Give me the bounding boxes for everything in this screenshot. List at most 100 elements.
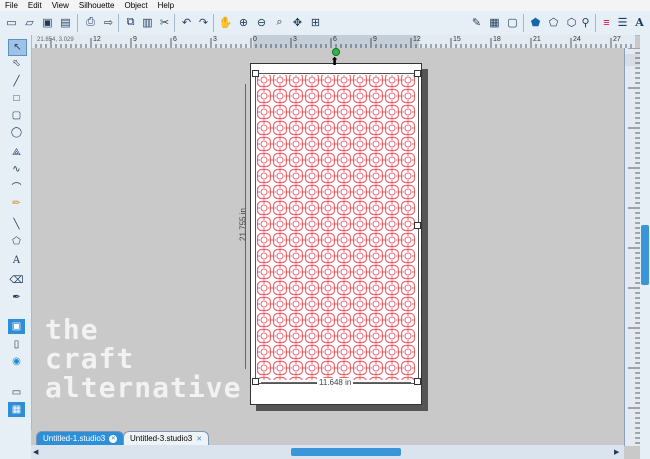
new-icon[interactable]: ▭ bbox=[3, 14, 20, 31]
resize-handle[interactable] bbox=[414, 70, 421, 77]
scroll-right-arrow[interactable]: ▶ bbox=[614, 448, 619, 456]
resize-handle[interactable] bbox=[414, 378, 421, 385]
ruler-tick-label: 3 bbox=[213, 36, 217, 43]
document-page[interactable]: 21.755 in 11.648 in bbox=[239, 63, 422, 405]
paste-icon[interactable]: ▥ bbox=[139, 14, 156, 31]
undo-icon[interactable]: ↶ bbox=[178, 14, 195, 31]
redo-icon[interactable]: ↷ bbox=[195, 14, 212, 31]
height-dimension: 21.755 in bbox=[238, 208, 248, 241]
menu-bar: File Edit View Silhouette Object Help bbox=[0, 0, 650, 11]
cursor-coordinates: 21.854, 3.029 bbox=[37, 37, 74, 43]
rounded-rect-icon[interactable]: ▢ bbox=[8, 108, 25, 123]
ruler-tick-label: 6 bbox=[173, 36, 177, 43]
ruler-tick-label: 6 bbox=[333, 36, 337, 43]
ruler-tick-label: 9 bbox=[373, 36, 377, 43]
edit-points-icon[interactable]: ⬁ bbox=[8, 56, 25, 71]
fill-color-icon[interactable]: ⬟ bbox=[527, 14, 544, 31]
left-toolbar: ↖ ⬁ ╱ □ ▢ ◯ ⟁ ∿ ⌒ ✏ ╲ ⬠ A ⌫ ✒ ▣ ▯ ◉ ▭ ▦ bbox=[0, 35, 32, 459]
grid-icon[interactable]: ▦ bbox=[486, 14, 503, 31]
print-icon[interactable]: ⎙ bbox=[82, 14, 99, 31]
tab-untitled-3[interactable]: Untitled-3.studio3 ✕ bbox=[123, 431, 210, 445]
scroll-thumb[interactable] bbox=[291, 448, 401, 456]
menu-object[interactable]: Object bbox=[119, 0, 152, 11]
ruler-tick-label: 0 bbox=[253, 36, 257, 43]
select-icon[interactable]: ↖ bbox=[8, 39, 27, 56]
freehand-icon[interactable]: ✏ bbox=[8, 196, 25, 211]
document-tabs: Untitled-1.studio3 ✕ Untitled-3.studio3 … bbox=[31, 430, 624, 445]
zoom-box-icon[interactable]: ⌕ bbox=[271, 14, 288, 31]
knife-icon[interactable]: ⬠ bbox=[8, 234, 25, 249]
settings-panel-icon[interactable]: ▦ bbox=[8, 402, 25, 417]
lines-icon[interactable]: ☰ bbox=[614, 14, 631, 31]
ellipse-icon[interactable]: ◯ bbox=[8, 125, 25, 140]
tab-untitled-1[interactable]: Untitled-1.studio3 ✕ bbox=[36, 431, 125, 445]
toolbar-divider bbox=[77, 14, 78, 32]
ruler-tick-label: 15 bbox=[453, 36, 461, 43]
close-icon[interactable]: ✕ bbox=[109, 434, 118, 443]
library-icon[interactable]: ▯ bbox=[8, 337, 25, 352]
toolbar-divider bbox=[118, 14, 119, 32]
toolbar-divider bbox=[595, 14, 596, 32]
resize-handle[interactable] bbox=[252, 70, 259, 77]
resize-handle[interactable] bbox=[414, 222, 421, 229]
copy-icon[interactable]: ⧉ bbox=[122, 14, 139, 31]
horizontal-ruler: 21.854, 3.029 12 9 6 3 0 3 6 9 12 15 18 21 24 27 bbox=[31, 35, 635, 49]
cut-icon[interactable]: ✂ bbox=[156, 14, 173, 31]
vertical-scrollbar[interactable] bbox=[640, 35, 650, 459]
toolbar-divider bbox=[174, 14, 175, 32]
line-icon[interactable]: ╱ bbox=[8, 74, 25, 89]
vertical-ruler-strip bbox=[31, 48, 38, 446]
watermark-logo: the craft alternative bbox=[45, 313, 242, 404]
ruler-tick-label: 24 bbox=[573, 36, 581, 43]
menu-edit[interactable]: Edit bbox=[23, 0, 47, 11]
send-panel-icon[interactable]: ▭ bbox=[8, 385, 25, 400]
text-style-icon[interactable]: A bbox=[631, 14, 648, 31]
menu-help[interactable]: Help bbox=[153, 0, 179, 11]
menu-view[interactable]: View bbox=[47, 0, 74, 11]
line-color-icon[interactable]: ⬠ bbox=[545, 14, 562, 31]
send-icon[interactable]: ⇨ bbox=[100, 14, 117, 31]
scroll-thumb[interactable] bbox=[641, 225, 649, 285]
save-as-icon[interactable]: ▤ bbox=[57, 14, 74, 31]
replicate-icon[interactable]: ⚲ bbox=[577, 14, 594, 31]
zoom-out-icon[interactable]: ⊖ bbox=[253, 14, 270, 31]
trace-icon[interactable]: ✎ bbox=[468, 14, 485, 31]
pixel-icon[interactable]: ▣ bbox=[8, 319, 25, 334]
horizontal-scrollbar[interactable]: ◀ ▶ bbox=[31, 445, 624, 459]
move-up-icon[interactable]: ⬆ bbox=[330, 57, 339, 68]
text-icon[interactable]: A bbox=[8, 253, 25, 268]
ruler-tick-label: 21 bbox=[533, 36, 541, 43]
pan-icon[interactable]: ✋ bbox=[217, 14, 234, 31]
eraser-icon[interactable]: ⌫ bbox=[8, 273, 25, 288]
menu-silhouette[interactable]: Silhouette bbox=[74, 0, 120, 11]
menu-file[interactable]: File bbox=[0, 0, 23, 11]
scroll-left-arrow[interactable]: ◀ bbox=[33, 448, 38, 456]
align-icon[interactable]: ≡ bbox=[598, 14, 615, 31]
rectangle-icon[interactable]: □ bbox=[8, 91, 25, 106]
store-icon[interactable]: ◉ bbox=[8, 354, 25, 369]
width-dimension: 11.648 in bbox=[317, 378, 354, 387]
main-toolbar: ▭ ▱ ▣ ▤ ⎙ ⇨ ⧉ ▥ ✂ ↶ ↷ ✋ ⊕ ⊖ ⌕ ✥ ⊞ ✎ ▦ ▢ … bbox=[0, 11, 650, 36]
ruler-tick-label: 27 bbox=[613, 36, 621, 43]
toolbar-divider bbox=[213, 14, 214, 32]
ruler-tick-label: 18 bbox=[493, 36, 501, 43]
open-icon[interactable]: ▱ bbox=[21, 14, 38, 31]
zoom-in-icon[interactable]: ⊕ bbox=[235, 14, 252, 31]
ruler-tick-label: 3 bbox=[293, 36, 297, 43]
ruler-tick-label: 12 bbox=[413, 36, 421, 43]
pen-icon[interactable]: ✒ bbox=[8, 290, 25, 305]
fit-page-icon[interactable]: ⊞ bbox=[307, 14, 324, 31]
smooth-freehand-icon[interactable]: ╲ bbox=[8, 217, 25, 232]
ruler-tick-label: 9 bbox=[133, 36, 137, 43]
fit-drag-icon[interactable]: ✥ bbox=[289, 14, 306, 31]
close-icon[interactable]: ✕ bbox=[196, 435, 202, 443]
resize-handle[interactable] bbox=[252, 378, 259, 385]
toolbar-divider bbox=[523, 14, 524, 32]
arc-icon[interactable]: ⌒ bbox=[8, 179, 25, 194]
curve-icon[interactable]: ∿ bbox=[8, 162, 25, 177]
save-icon[interactable]: ▣ bbox=[39, 14, 56, 31]
polygon-icon[interactable]: ⟁ bbox=[8, 145, 25, 160]
page-setup-icon[interactable]: ▢ bbox=[504, 14, 521, 31]
vertical-ruler bbox=[624, 48, 641, 446]
rotate-handle[interactable] bbox=[332, 48, 340, 56]
